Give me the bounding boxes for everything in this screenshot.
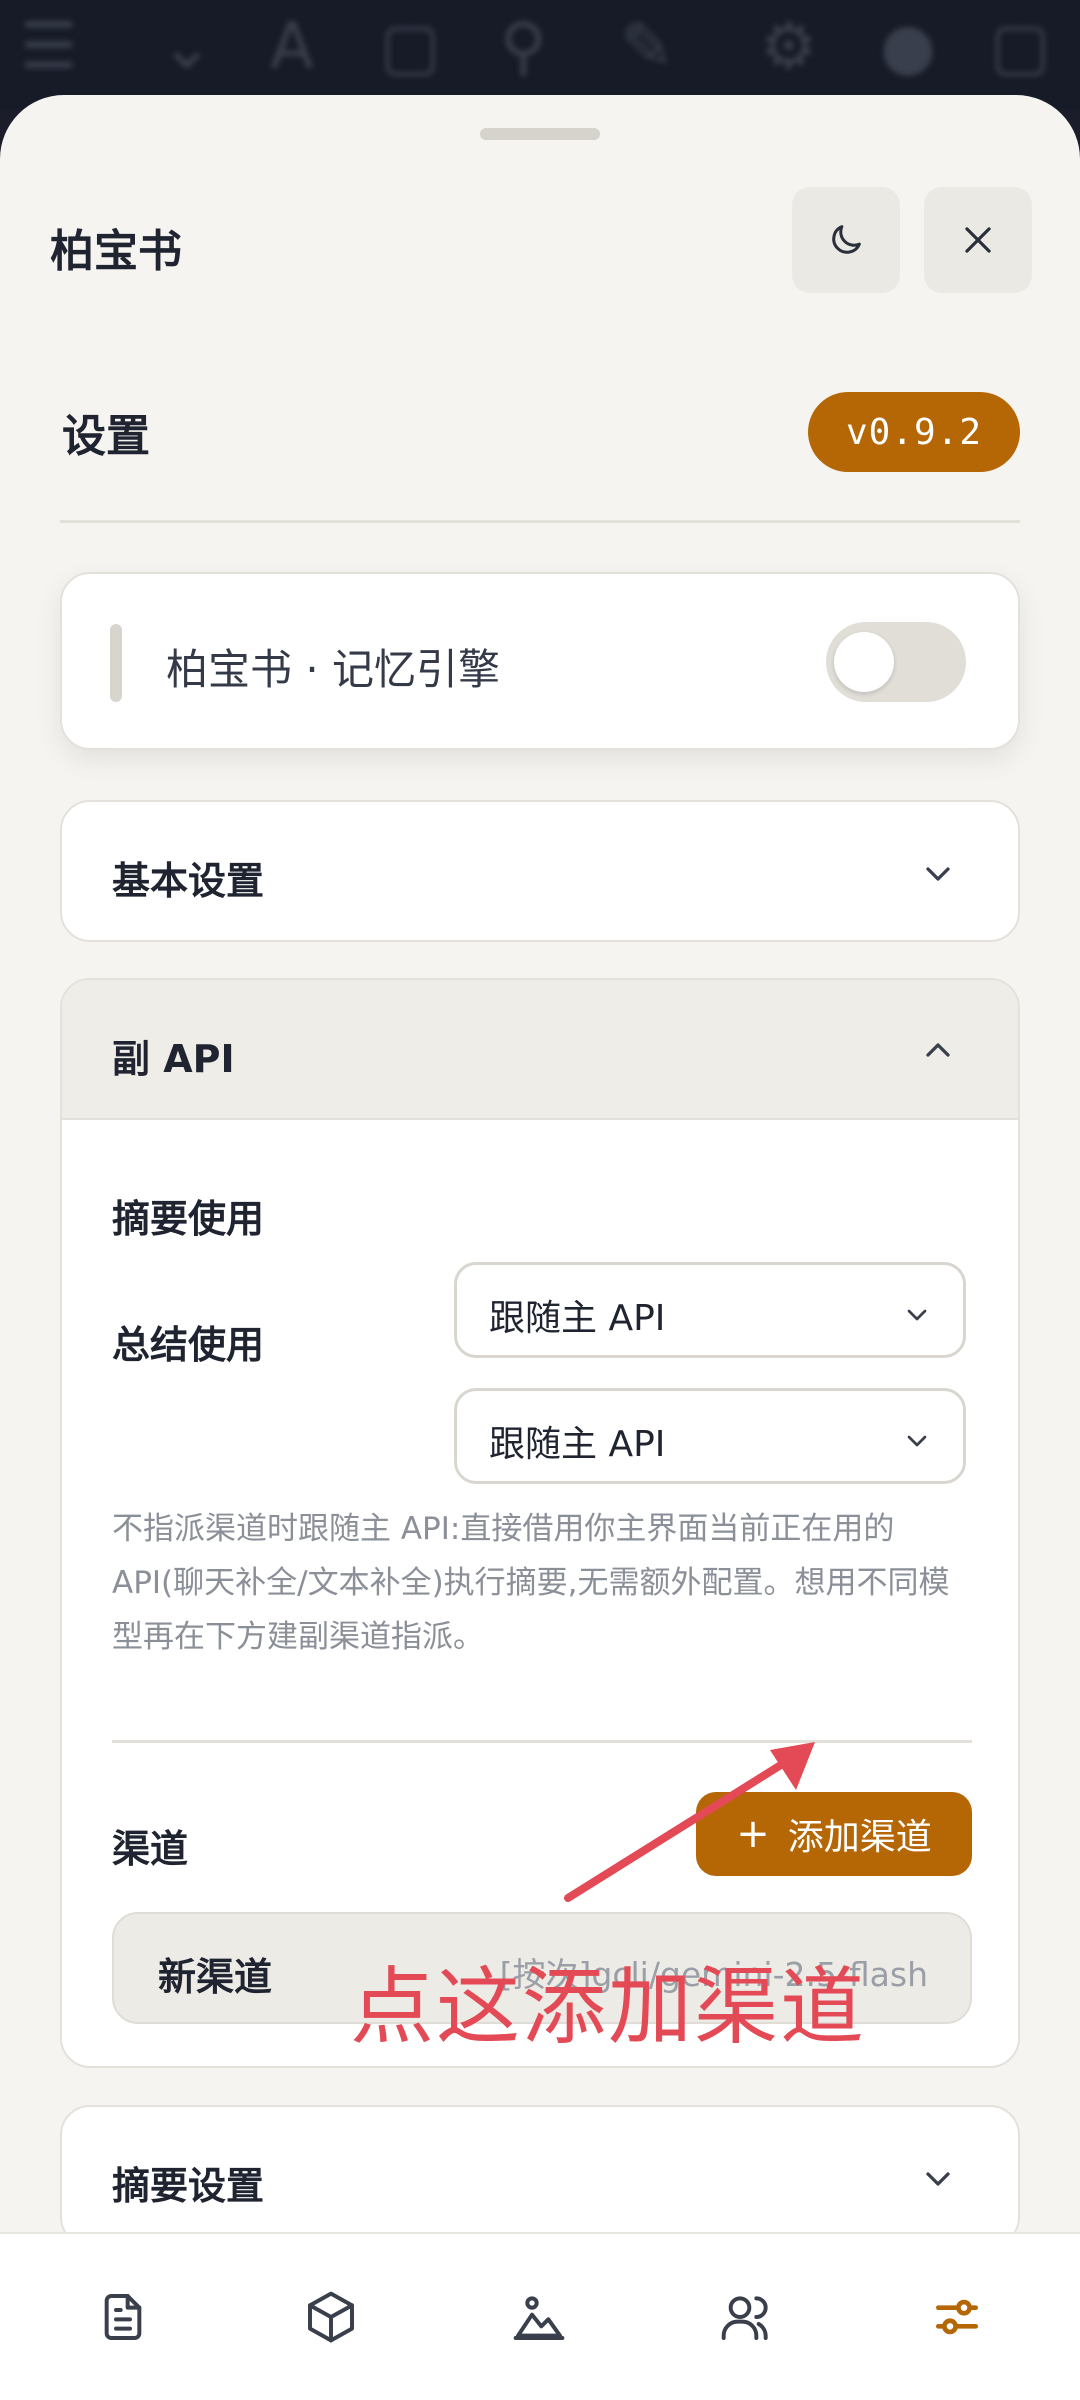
basic-settings-section[interactable]: 基本设置 xyxy=(60,800,1020,942)
close-icon xyxy=(965,227,991,253)
summarize-use-select[interactable]: 跟随主 API xyxy=(454,1388,966,1484)
add-channel-label: 添加渠道 xyxy=(787,1817,932,1858)
chevron-up-icon xyxy=(926,1043,950,1057)
select-value: 跟随主 API xyxy=(489,1298,666,1339)
channels-label: 渠道 xyxy=(112,1827,189,1871)
sliders-icon xyxy=(936,2299,978,2335)
plus-icon: + xyxy=(736,1811,770,1857)
basic-settings-title: 基本设置 xyxy=(112,859,265,903)
card-accent-bar xyxy=(110,624,122,702)
document-icon xyxy=(104,2294,142,2340)
tab-documents[interactable] xyxy=(78,2272,168,2362)
users-icon xyxy=(721,2296,768,2340)
section-divider xyxy=(112,1740,972,1743)
chevron-down-icon xyxy=(907,1435,927,1447)
tab-landscape[interactable] xyxy=(494,2272,584,2362)
toggle-knob xyxy=(834,632,894,692)
memory-engine-card: 柏宝书 · 记忆引擎 xyxy=(60,572,1020,750)
tab-users[interactable] xyxy=(702,2272,792,2362)
bottom-tab-bar xyxy=(0,2232,1080,2400)
header-divider xyxy=(60,520,1020,523)
sub-api-description: 不指派渠道时跟随主 API:直接借用你主界面当前正在用的API(聊天补全/文本补… xyxy=(112,1511,950,1655)
background-app-toolbar: ☰ ⌄ A ▢ ⚲ ✎ ⚙ ● ▢ xyxy=(0,0,1080,110)
drag-handle[interactable] xyxy=(480,128,600,140)
chevron-down-icon xyxy=(926,2172,950,2186)
summary-use-select[interactable]: 跟随主 API xyxy=(454,1262,966,1358)
summary-settings-title: 摘要设置 xyxy=(112,2164,265,2208)
cube-icon xyxy=(308,2291,354,2343)
annotation-text: 点这添加渠道 xyxy=(350,1958,867,2056)
moon-icon xyxy=(832,225,861,254)
app-title: 柏宝书 xyxy=(50,226,182,277)
page-title: 设置 xyxy=(62,411,150,462)
channel-name: 新渠道 xyxy=(158,1955,273,1999)
summarize-use-label: 总结使用 xyxy=(112,1323,265,1367)
summary-settings-section[interactable]: 摘要设置 xyxy=(60,2105,1020,2247)
dark-mode-button[interactable] xyxy=(792,187,900,293)
landscape-icon xyxy=(513,2296,565,2340)
sub-api-title: 副 API xyxy=(112,1037,235,1081)
sub-api-section: 副 API 摘要使用 跟随主 API 总结使用 跟随主 API 不指派渠道时跟随… xyxy=(60,978,1020,2068)
tab-cube[interactable] xyxy=(286,2272,376,2362)
chevron-down-icon xyxy=(907,1309,927,1321)
tab-settings[interactable] xyxy=(912,2272,1002,2362)
sub-api-header[interactable]: 副 API xyxy=(62,980,1018,1120)
add-channel-button[interactable]: + 添加渠道 xyxy=(696,1792,972,1876)
memory-engine-label: 柏宝书 · 记忆引擎 xyxy=(166,645,501,694)
select-value: 跟随主 API xyxy=(489,1424,666,1465)
summary-use-label: 摘要使用 xyxy=(112,1197,265,1241)
chevron-down-icon xyxy=(926,867,950,881)
version-badge: v0.9.2 xyxy=(808,392,1020,472)
close-button[interactable] xyxy=(924,187,1032,293)
memory-engine-toggle[interactable] xyxy=(826,622,966,702)
